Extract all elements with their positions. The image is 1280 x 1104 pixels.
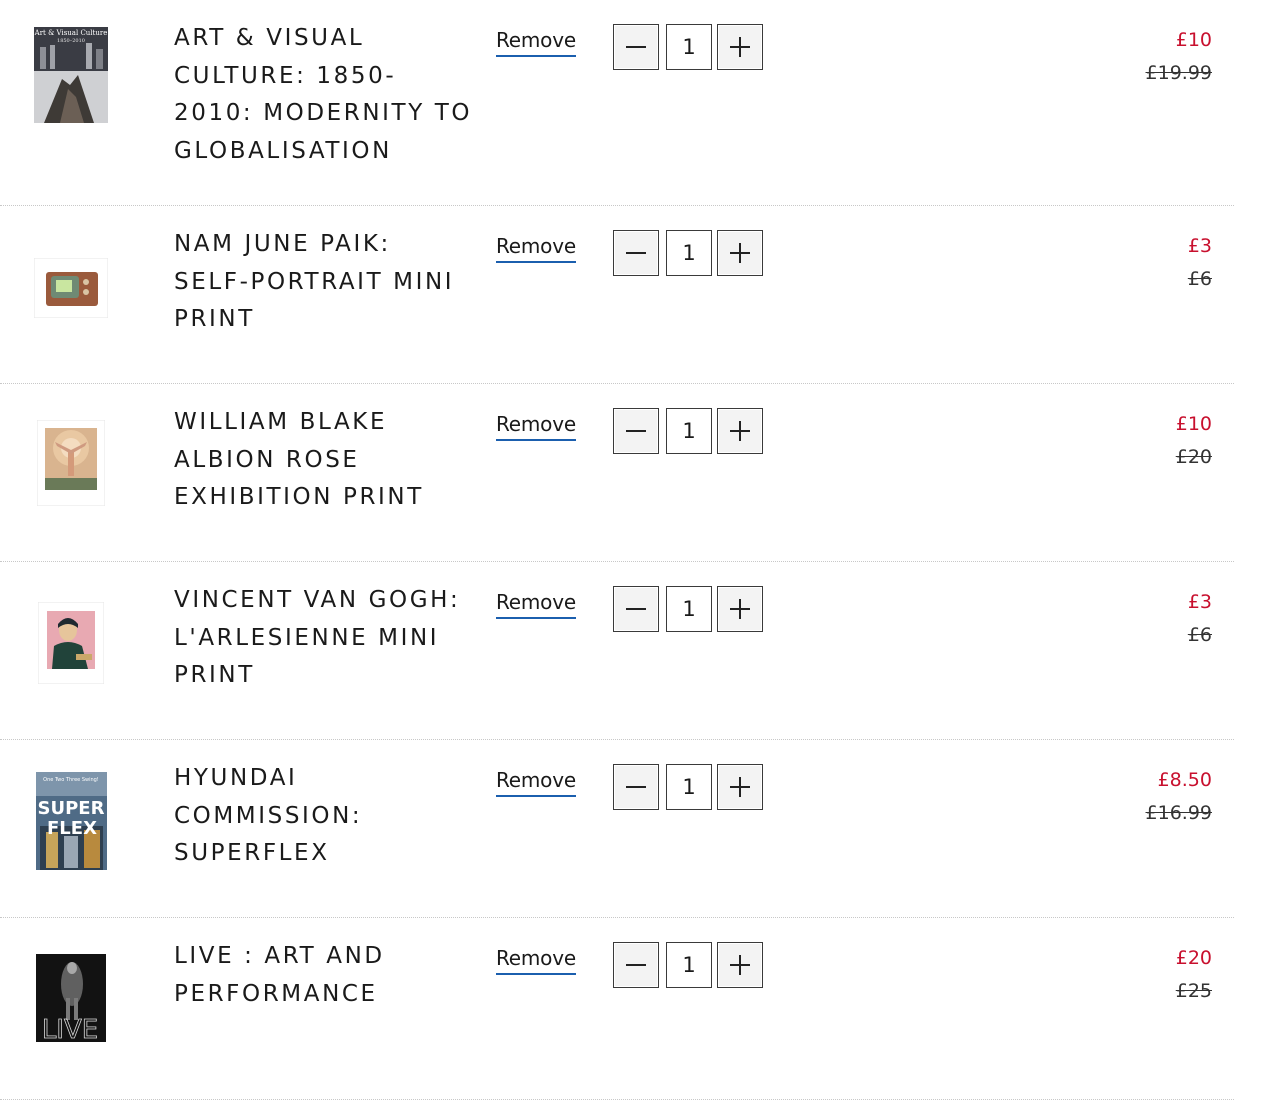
minus-icon	[626, 430, 646, 432]
decrease-quantity-button[interactable]	[613, 942, 659, 988]
original-price: £20	[1175, 446, 1212, 468]
product-title[interactable]: ART & VISUAL CULTURE: 1850-2010: MODERNI…	[174, 20, 474, 170]
price-block: £3 £6	[1188, 586, 1212, 652]
print-image	[34, 258, 108, 318]
minus-icon	[626, 46, 646, 48]
original-price: £6	[1187, 624, 1212, 646]
plus-icon	[730, 955, 750, 975]
quantity-input[interactable]	[666, 764, 712, 810]
plus-icon	[730, 243, 750, 263]
book-cover-image: LIVE	[36, 954, 106, 1042]
remove-button[interactable]: Remove	[496, 233, 576, 263]
sale-price: £3	[1187, 235, 1212, 257]
increase-quantity-button[interactable]	[717, 230, 763, 276]
remove-button[interactable]: Remove	[496, 767, 576, 797]
book-cover-image: Art & Visual Culture 1850–2010	[34, 27, 108, 123]
product-title[interactable]: LIVE : ART AND PERFORMANCE	[174, 938, 474, 1013]
minus-icon	[626, 252, 646, 254]
cart-item: VINCENT VAN GOGH: L'ARLESIENNE MINI PRIN…	[0, 562, 1280, 740]
original-price: £6	[1187, 268, 1212, 290]
price-block: £8.50 £16.99	[1146, 764, 1212, 830]
cover-title-line1: SUPER	[38, 798, 105, 819]
sale-price: £20	[1175, 947, 1212, 969]
cart-item: LIVE LIVE : ART AND PERFORMANCE Remove £…	[0, 918, 1280, 1100]
cover-title-line2: FLEX	[47, 818, 97, 839]
price-block: £10 £19.99	[1146, 24, 1212, 90]
print-image	[37, 420, 105, 506]
book-cover-image: One Two Three Swing! SUPER FLEX	[36, 772, 107, 870]
cover-top-text: One Two Three Swing!	[43, 777, 99, 783]
cover-title: Art & Visual Culture	[34, 29, 107, 37]
decrease-quantity-button[interactable]	[613, 24, 659, 70]
decrease-quantity-button[interactable]	[613, 230, 659, 276]
minus-icon	[626, 786, 646, 788]
product-image[interactable]: LIVE	[36, 954, 106, 1042]
quantity-input[interactable]	[666, 408, 712, 454]
minus-icon	[626, 964, 646, 966]
price-block: £3 £6	[1188, 230, 1212, 296]
plus-icon	[730, 421, 750, 441]
remove-button[interactable]: Remove	[496, 945, 576, 975]
sale-price: £8.50	[1157, 769, 1212, 791]
cart-item: One Two Three Swing! SUPER FLEX HYUNDAI …	[0, 740, 1280, 918]
cart-item: NAM JUNE PAIK: SELF-PORTRAIT MINI PRINT …	[0, 206, 1280, 384]
increase-quantity-button[interactable]	[717, 586, 763, 632]
original-price: £16.99	[1145, 802, 1212, 824]
remove-button[interactable]: Remove	[496, 27, 576, 57]
row-divider	[0, 1099, 1234, 1100]
cart-item-list: Art & Visual Culture 1850–2010 ART & VIS…	[0, 0, 1280, 1100]
product-image[interactable]	[38, 602, 104, 684]
cover-years: 1850–2010	[57, 38, 85, 44]
decrease-quantity-button[interactable]	[613, 408, 659, 454]
product-title[interactable]: VINCENT VAN GOGH: L'ARLESIENNE MINI PRIN…	[174, 582, 474, 695]
product-title[interactable]: HYUNDAI COMMISSION: SUPERFLEX	[174, 760, 474, 873]
price-block: £10 £20	[1176, 408, 1212, 474]
product-title[interactable]: NAM JUNE PAIK: SELF-PORTRAIT MINI PRINT	[174, 226, 474, 339]
remove-button[interactable]: Remove	[496, 589, 576, 619]
quantity-input[interactable]	[666, 942, 712, 988]
cart-item: WILLIAM BLAKE ALBION ROSE EXHIBITION PRI…	[0, 384, 1280, 562]
increase-quantity-button[interactable]	[717, 408, 763, 454]
sale-price: £10	[1175, 29, 1212, 51]
cart-item: Art & Visual Culture 1850–2010 ART & VIS…	[0, 0, 1280, 206]
quantity-input[interactable]	[666, 586, 712, 632]
sale-price: £3	[1187, 591, 1212, 613]
plus-icon	[730, 37, 750, 57]
product-image[interactable]	[34, 258, 108, 318]
increase-quantity-button[interactable]	[717, 764, 763, 810]
print-image	[38, 602, 104, 684]
remove-button[interactable]: Remove	[496, 411, 576, 441]
increase-quantity-button[interactable]	[717, 24, 763, 70]
product-image[interactable]	[37, 420, 105, 506]
original-price: £25	[1175, 980, 1212, 1002]
quantity-input[interactable]	[666, 24, 712, 70]
decrease-quantity-button[interactable]	[613, 764, 659, 810]
plus-icon	[730, 777, 750, 797]
increase-quantity-button[interactable]	[717, 942, 763, 988]
cover-title: LIVE	[42, 1015, 98, 1042]
product-title[interactable]: WILLIAM BLAKE ALBION ROSE EXHIBITION PRI…	[174, 404, 474, 517]
minus-icon	[626, 608, 646, 610]
sale-price: £10	[1175, 413, 1212, 435]
product-image[interactable]: Art & Visual Culture 1850–2010	[34, 27, 108, 123]
decrease-quantity-button[interactable]	[613, 586, 659, 632]
original-price: £19.99	[1145, 62, 1212, 84]
product-image[interactable]: One Two Three Swing! SUPER FLEX	[36, 772, 107, 870]
price-block: £20 £25	[1176, 942, 1212, 1008]
plus-icon	[730, 599, 750, 619]
quantity-input[interactable]	[666, 230, 712, 276]
